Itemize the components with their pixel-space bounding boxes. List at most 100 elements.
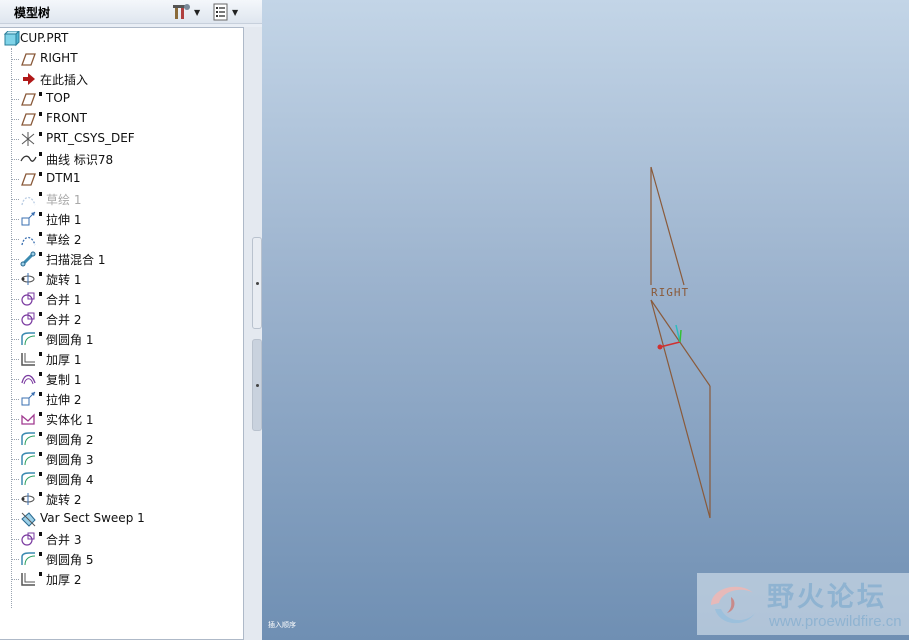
round-icon	[21, 332, 36, 346]
tree-connector	[11, 159, 19, 160]
tree-item[interactable]: 在此插入	[0, 69, 243, 89]
datum-plane-icon	[21, 53, 36, 66]
tree-settings-button[interactable]: ▼	[172, 2, 206, 22]
tree-item[interactable]: 扫描混合 1	[0, 249, 243, 269]
feature-mark	[39, 552, 42, 556]
tree-item[interactable]: 加厚 2	[0, 569, 243, 589]
feature-mark	[39, 572, 42, 576]
tree-item[interactable]: 合并 3	[0, 529, 243, 549]
tree-item-label: FRONT	[46, 111, 87, 125]
tree-connector	[11, 239, 19, 240]
tree-item-label: 拉伸 1	[46, 213, 82, 227]
tree-item[interactable]: 合并 2	[0, 309, 243, 329]
feature-mark	[39, 432, 42, 436]
tree-item-label: 倒圆角 2	[46, 433, 94, 447]
feature-mark	[39, 532, 42, 536]
tree-item[interactable]: RIGHT	[0, 49, 243, 69]
swept-blend-icon	[20, 251, 36, 267]
chevron-down-icon: ▼	[194, 7, 201, 17]
tree-item-label: 倒圆角 1	[46, 333, 94, 347]
csys-icon	[21, 132, 35, 146]
tree-item-label: 草绘 2	[46, 233, 82, 247]
watermark-title: 野火论坛	[767, 582, 887, 613]
tree-item-label: 合并 3	[46, 533, 82, 547]
thicken-icon	[21, 573, 35, 586]
feature-mark	[39, 412, 42, 416]
model-tree: CUP.PRT RIGHT 在此插入 TOP FRONT PRT_CSYS_DEF 曲线 …	[0, 27, 244, 640]
tree-item[interactable]: 拉伸 1	[0, 209, 243, 229]
feature-mark	[39, 92, 42, 96]
round-icon	[21, 552, 36, 566]
tree-item[interactable]: PRT_CSYS_DEF	[0, 129, 243, 149]
feature-mark	[39, 472, 42, 476]
model-tree-header: 模型树 ▼ ▼	[0, 0, 262, 24]
splitter-grip-top[interactable]	[252, 237, 262, 329]
tree-item[interactable]: FRONT	[0, 109, 243, 129]
tree-item[interactable]: 曲线 标识78	[0, 149, 243, 169]
feature-mark	[39, 152, 42, 156]
copy-icon	[21, 374, 36, 385]
splitter-grip-bottom[interactable]	[252, 339, 262, 431]
tree-item[interactable]: 复制 1	[0, 369, 243, 389]
tree-item[interactable]: 倒圆角 1	[0, 329, 243, 349]
tree-connector	[11, 499, 19, 500]
tree-item-label: 倒圆角 5	[46, 553, 94, 567]
tree-item[interactable]: DTM1	[0, 169, 243, 189]
tree-item[interactable]: Var Sect Sweep 1	[0, 509, 243, 529]
tree-item[interactable]: 实体化 1	[0, 409, 243, 429]
tree-item[interactable]: 倒圆角 2	[0, 429, 243, 449]
tree-item[interactable]: 倒圆角 5	[0, 549, 243, 569]
tree-item[interactable]: 草绘 2	[0, 229, 243, 249]
tree-item[interactable]: 草绘 1	[0, 189, 243, 209]
panel-splitter[interactable]	[244, 27, 262, 640]
tree-item-label: 实体化 1	[46, 413, 94, 427]
feature-mark	[39, 292, 42, 296]
tree-item-label: 复制 1	[46, 373, 82, 387]
merge-icon	[21, 292, 35, 306]
tree-connector	[11, 439, 19, 440]
thicken-icon	[21, 353, 35, 366]
tree-item[interactable]: 拉伸 2	[0, 389, 243, 409]
round-icon	[21, 472, 36, 486]
tree-connector	[11, 459, 19, 460]
tree-connector	[11, 199, 19, 200]
tree-item-label: 扫描混合 1	[46, 253, 106, 267]
model-tree-panel: 模型树 ▼ ▼ CUP.PRT RIGHT 在此插入 TOP FRONT PRT…	[0, 0, 262, 640]
tree-item[interactable]: 合并 1	[0, 289, 243, 309]
insert-arrow-icon	[23, 73, 35, 85]
tree-item[interactable]: 旋转 2	[0, 489, 243, 509]
feature-mark	[39, 392, 42, 396]
tree-connector	[11, 339, 19, 340]
tree-item-label: 倒圆角 3	[46, 453, 94, 467]
revolve-icon	[21, 493, 35, 505]
tree-item[interactable]: 倒圆角 3	[0, 449, 243, 469]
tree-connector	[11, 79, 19, 80]
tree-connector	[11, 419, 19, 420]
watermark-url: www.proewildfire.cn	[769, 613, 902, 630]
tree-connector	[11, 319, 19, 320]
feature-mark	[39, 232, 42, 236]
tree-item-label: Var Sect Sweep 1	[40, 511, 145, 525]
tree-connector	[11, 99, 19, 100]
revolve-icon	[21, 273, 35, 285]
tree-connector	[11, 219, 19, 220]
tree-connector	[11, 279, 19, 280]
datum-plane-right[interactable]	[650, 166, 711, 519]
tree-connector	[11, 579, 19, 580]
datum-plane-graphic[interactable]: RIGHT	[262, 0, 909, 640]
tree-item[interactable]: 旋转 1	[0, 269, 243, 289]
tree-item-label: DTM1	[46, 171, 81, 185]
feature-mark	[39, 172, 42, 176]
feature-mark	[39, 312, 42, 316]
show-menu-button[interactable]: ▼	[212, 2, 244, 22]
feature-mark	[39, 272, 42, 276]
tree-connector	[11, 379, 19, 380]
datum-plane-label: RIGHT	[651, 286, 689, 299]
tree-item[interactable]: TOP	[0, 89, 243, 109]
tree-root[interactable]: CUP.PRT	[0, 29, 243, 49]
extrude-icon	[21, 391, 36, 406]
tree-item-label: 在此插入	[40, 73, 89, 87]
graphics-viewport[interactable]: RIGHT 插入顺序 野火论坛 www.proewildfire.cn	[262, 0, 909, 640]
tree-item[interactable]: 加厚 1	[0, 349, 243, 369]
tree-item[interactable]: 倒圆角 4	[0, 469, 243, 489]
